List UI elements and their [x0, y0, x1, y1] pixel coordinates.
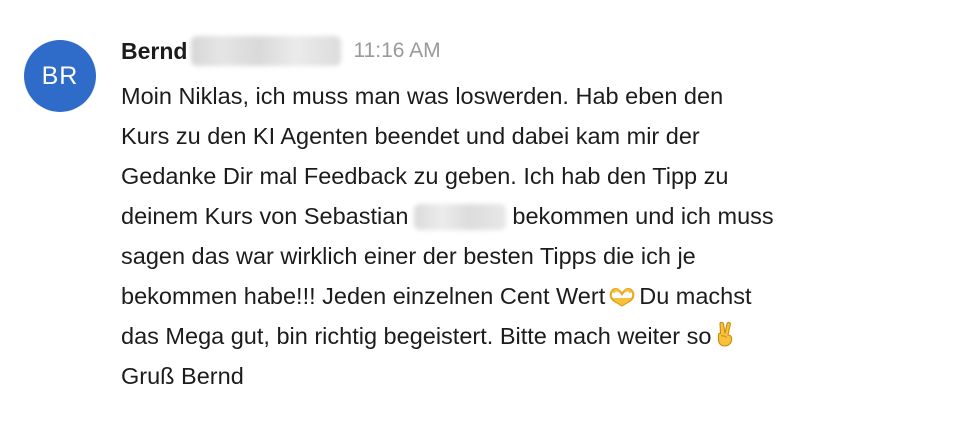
redacted-name	[414, 204, 507, 230]
message-line: sagen das war wirklich einer der besten …	[121, 243, 696, 269]
message-header: Bernd 11:16 AM	[121, 31, 441, 71]
heart-hands-emoji-icon	[609, 279, 635, 319]
avatar[interactable]: BR	[24, 40, 96, 112]
message-line: bekommen habe!!! Jeden einzelnen Cent We…	[121, 276, 941, 316]
message-line: Kurs zu den KI Agenten beendet und dabei…	[121, 123, 700, 149]
message-line-segment: bekommen habe!!! Jeden einzelnen Cent We…	[121, 283, 606, 309]
sender-name[interactable]: Bernd	[121, 38, 187, 65]
redacted-sender-surname	[191, 36, 342, 66]
message-body: Moin Niklas, ich muss man was loswerden.…	[121, 76, 941, 396]
message-line-segment: deinem Kurs von Sebastian	[121, 203, 409, 229]
victory-hand-emoji-icon	[715, 319, 735, 359]
message-timestamp[interactable]: 11:16 AM	[353, 39, 440, 63]
message-line: deinem Kurs von Sebastian bekommen und ic…	[121, 196, 941, 236]
message-line: Gruß Bernd	[121, 363, 244, 389]
chat-message: BR Bernd 11:16 AM Moin Niklas, ich muss …	[0, 0, 962, 426]
message-line-segment: Du machst	[639, 283, 752, 309]
message-line: Moin Niklas, ich muss man was loswerden.…	[121, 83, 724, 109]
avatar-initials: BR	[41, 61, 79, 90]
message-line-segment: bekommen und ich muss	[512, 203, 774, 229]
message-line-segment: das Mega gut, bin richtig begeistert. Bi…	[121, 323, 712, 349]
message-line: Gedanke Dir mal Feedback zu geben. Ich h…	[121, 163, 729, 189]
message-line: das Mega gut, bin richtig begeistert. Bi…	[121, 316, 941, 356]
